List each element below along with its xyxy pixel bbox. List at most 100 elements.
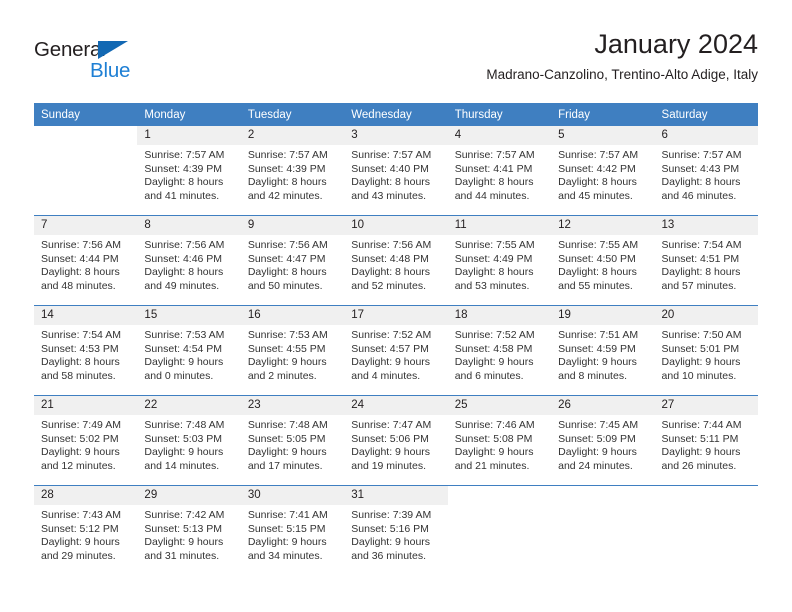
day-detail-line: Sunset: 5:03 PM bbox=[144, 432, 223, 445]
day-detail-line: Sunrise: 7:56 AM bbox=[247, 239, 328, 251]
calendar-day-cell[interactable]: 11 Sunrise: 7:55 AM Sunset: 4:49 PM Dayligh… bbox=[447, 216, 552, 305]
page-title: January 2024 bbox=[594, 29, 758, 59]
day-detail-line: Sunset: 5:06 PM bbox=[351, 432, 429, 445]
calendar-day-cell[interactable]: 9 Sunrise: 7:56 AM Sunset: 4:47 PM Daylight… bbox=[240, 216, 345, 305]
day-detail-line: Sunset: 4:43 PM bbox=[661, 162, 740, 175]
weekday-header-thursday: Thursday bbox=[447, 103, 552, 126]
day-detail-line: and 45 minutes. bbox=[558, 189, 633, 202]
calendar-week-row: 14 Sunrise: 7:54 AM Sunset: 4:53 PM Dayligh… bbox=[34, 305, 758, 396]
day-sun-details bbox=[448, 505, 551, 509]
day-number bbox=[551, 486, 655, 505]
calendar-day-cell[interactable]: 26 Sunrise: 7:45 AM Sunset: 5:09 PM Dayligh… bbox=[551, 396, 655, 485]
calendar-day-cell[interactable]: 18 Sunrise: 7:52 AM Sunset: 4:58 PM Dayligh… bbox=[447, 306, 552, 395]
calendar-day-cell[interactable]: 27 Sunrise: 7:44 AM Sunset: 5:11 PM Dayligh… bbox=[654, 396, 758, 485]
calendar-day-cell[interactable]: 16 Sunrise: 7:53 AM Sunset: 4:55 PM Dayligh… bbox=[240, 306, 345, 395]
day-detail-line: and 26 minutes. bbox=[661, 459, 737, 472]
day-detail-line: Daylight: 9 hours bbox=[454, 446, 534, 459]
calendar-day-cell[interactable]: 29 Sunrise: 7:42 AM Sunset: 5:13 PM Dayligh… bbox=[137, 486, 241, 575]
weekday-header-friday: Friday bbox=[551, 103, 655, 126]
calendar-cell: 20 Sunrise: 7:50 AM Sunset: 5:01 PM Dayligh… bbox=[654, 305, 758, 396]
day-detail-line: and 0 minutes. bbox=[144, 369, 214, 382]
calendar-week-row: 28 Sunrise: 7:43 AM Sunset: 5:12 PM Dayligh… bbox=[34, 485, 758, 575]
day-detail-line: Daylight: 9 hours bbox=[351, 446, 431, 459]
day-number: 27 bbox=[654, 396, 758, 415]
calendar-day-cell[interactable]: 21 Sunrise: 7:49 AM Sunset: 5:02 PM Dayligh… bbox=[34, 396, 138, 485]
day-number: 21 bbox=[34, 396, 138, 415]
day-detail-line: Daylight: 8 hours bbox=[144, 266, 224, 279]
day-detail-line: and 42 minutes. bbox=[247, 189, 323, 202]
calendar-day-cell[interactable]: 23 Sunrise: 7:48 AM Sunset: 5:05 PM Dayligh… bbox=[240, 396, 345, 485]
day-number: 23 bbox=[240, 396, 345, 415]
calendar-cell: 30 Sunrise: 7:41 AM Sunset: 5:15 PM Dayligh… bbox=[240, 485, 345, 575]
calendar-cell: 5 Sunrise: 7:57 AM Sunset: 4:42 PM Daylight… bbox=[551, 126, 655, 216]
calendar-day-cell[interactable]: 8 Sunrise: 7:56 AM Sunset: 4:46 PM Daylight… bbox=[137, 216, 241, 305]
calendar-day-cell[interactable]: 25 Sunrise: 7:46 AM Sunset: 5:08 PM Dayligh… bbox=[447, 396, 552, 485]
calendar-cell bbox=[654, 485, 758, 575]
day-sun-details: Sunrise: 7:57 AM Sunset: 4:43 PM Daylight:… bbox=[655, 145, 758, 203]
day-detail-line: Sunset: 4:39 PM bbox=[144, 162, 223, 175]
day-detail-line: Daylight: 9 hours bbox=[454, 356, 534, 369]
day-detail-line: Daylight: 8 hours bbox=[247, 176, 327, 189]
day-detail-line: Sunrise: 7:49 AM bbox=[41, 419, 121, 431]
day-detail-line: Sunrise: 7:56 AM bbox=[351, 239, 432, 251]
calendar-header-row: Sunday Monday Tuesday Wednesday Thursday Frid… bbox=[34, 103, 758, 126]
day-number: 7 bbox=[34, 216, 138, 235]
calendar-day-cell[interactable]: 6 Sunrise: 7:57 AM Sunset: 4:43 PM Daylight… bbox=[654, 126, 758, 215]
calendar-day-cell[interactable]: 2 Sunrise: 7:57 AM Sunset: 4:39 PM Daylight… bbox=[240, 126, 345, 215]
day-detail-line: and 50 minutes. bbox=[247, 279, 323, 292]
calendar-day-cell[interactable]: 13 Sunrise: 7:54 AM Sunset: 4:51 PM Dayligh… bbox=[654, 216, 758, 305]
day-number: 15 bbox=[137, 306, 241, 325]
day-detail-line: Sunrise: 7:53 AM bbox=[247, 329, 328, 341]
day-sun-details: Sunrise: 7:43 AM Sunset: 5:12 PM Daylight:… bbox=[34, 505, 137, 563]
calendar-day-cell[interactable]: 31 Sunrise: 7:39 AM Sunset: 5:16 PM Dayligh… bbox=[344, 486, 448, 575]
calendar-day-cell[interactable]: 15 Sunrise: 7:53 AM Sunset: 4:54 PM Dayligh… bbox=[137, 306, 241, 395]
day-detail-line: Sunrise: 7:57 AM bbox=[144, 149, 225, 161]
day-number bbox=[654, 486, 758, 505]
calendar-day-cell[interactable]: 4 Sunrise: 7:57 AM Sunset: 4:41 PM Daylight… bbox=[447, 126, 552, 215]
day-detail-line: Daylight: 9 hours bbox=[247, 446, 327, 459]
calendar-cell: 11 Sunrise: 7:55 AM Sunset: 4:49 PM Dayligh… bbox=[447, 215, 552, 306]
day-detail-line: and 34 minutes. bbox=[247, 549, 323, 562]
calendar-day-cell[interactable]: 30 Sunrise: 7:41 AM Sunset: 5:15 PM Dayligh… bbox=[240, 486, 345, 575]
day-number: 2 bbox=[240, 126, 345, 145]
calendar-day-cell[interactable]: 7 Sunrise: 7:56 AM Sunset: 4:44 PM Daylight… bbox=[34, 216, 138, 305]
day-detail-line: Sunrise: 7:39 AM bbox=[351, 509, 432, 521]
day-sun-details: Sunrise: 7:56 AM Sunset: 4:48 PM Daylight:… bbox=[344, 235, 447, 293]
day-detail-line: Sunrise: 7:55 AM bbox=[558, 239, 639, 251]
day-number: 22 bbox=[137, 396, 241, 415]
day-detail-line: Sunset: 5:08 PM bbox=[454, 432, 533, 445]
day-detail-line: Sunset: 4:57 PM bbox=[351, 342, 429, 355]
general-blue-logo[interactable]: General Blue bbox=[34, 38, 164, 84]
calendar-day-cell[interactable]: 14 Sunrise: 7:54 AM Sunset: 4:53 PM Dayligh… bbox=[34, 306, 138, 395]
day-detail-line: Sunset: 4:42 PM bbox=[558, 162, 636, 175]
day-detail-line: Daylight: 8 hours bbox=[454, 266, 534, 279]
day-sun-details: Sunrise: 7:55 AM Sunset: 4:50 PM Daylight:… bbox=[551, 235, 654, 293]
day-number: 25 bbox=[447, 396, 552, 415]
day-detail-line: Sunrise: 7:50 AM bbox=[661, 329, 742, 341]
calendar-day-cell[interactable]: 28 Sunrise: 7:43 AM Sunset: 5:12 PM Dayligh… bbox=[34, 486, 138, 575]
day-detail-line: Sunrise: 7:51 AM bbox=[558, 329, 639, 341]
day-sun-details: Sunrise: 7:55 AM Sunset: 4:49 PM Daylight:… bbox=[448, 235, 551, 293]
day-sun-details: Sunrise: 7:57 AM Sunset: 4:39 PM Daylight:… bbox=[137, 145, 240, 203]
weekday-header-tuesday: Tuesday bbox=[240, 103, 345, 126]
calendar-day-cell[interactable]: 17 Sunrise: 7:52 AM Sunset: 4:57 PM Dayligh… bbox=[344, 306, 448, 395]
day-detail-line: Daylight: 9 hours bbox=[144, 446, 224, 459]
day-detail-line: and 10 minutes. bbox=[661, 369, 737, 382]
calendar-day-cell[interactable]: 19 Sunrise: 7:51 AM Sunset: 4:59 PM Dayligh… bbox=[551, 306, 655, 395]
calendar-day-cell[interactable]: 22 Sunrise: 7:48 AM Sunset: 5:03 PM Dayligh… bbox=[137, 396, 241, 485]
day-sun-details: Sunrise: 7:39 AM Sunset: 5:16 PM Daylight:… bbox=[344, 505, 447, 563]
day-detail-line: Daylight: 9 hours bbox=[558, 446, 637, 459]
calendar-day-cell[interactable]: 1 Sunrise: 7:57 AM Sunset: 4:39 PM Daylight… bbox=[137, 126, 241, 215]
calendar-day-cell[interactable]: 5 Sunrise: 7:57 AM Sunset: 4:42 PM Daylight… bbox=[551, 126, 655, 215]
calendar-day-cell[interactable]: 24 Sunrise: 7:47 AM Sunset: 5:06 PM Dayligh… bbox=[344, 396, 448, 485]
calendar-day-cell[interactable]: 12 Sunrise: 7:55 AM Sunset: 4:50 PM Dayligh… bbox=[551, 216, 655, 305]
day-sun-details: Sunrise: 7:53 AM Sunset: 4:54 PM Daylight:… bbox=[137, 325, 240, 383]
day-number: 10 bbox=[344, 216, 448, 235]
calendar-day-cell[interactable]: 10 Sunrise: 7:56 AM Sunset: 4:48 PM Dayligh… bbox=[344, 216, 448, 305]
calendar-cell bbox=[551, 485, 655, 575]
calendar-day-cell[interactable]: 20 Sunrise: 7:50 AM Sunset: 5:01 PM Dayligh… bbox=[654, 306, 758, 395]
calendar-day-cell-empty bbox=[447, 486, 552, 575]
calendar-day-cell[interactable]: 3 Sunrise: 7:57 AM Sunset: 4:40 PM Daylight… bbox=[344, 126, 448, 215]
day-detail-line: Sunset: 4:54 PM bbox=[144, 342, 223, 355]
day-detail-line: Daylight: 8 hours bbox=[41, 266, 120, 279]
